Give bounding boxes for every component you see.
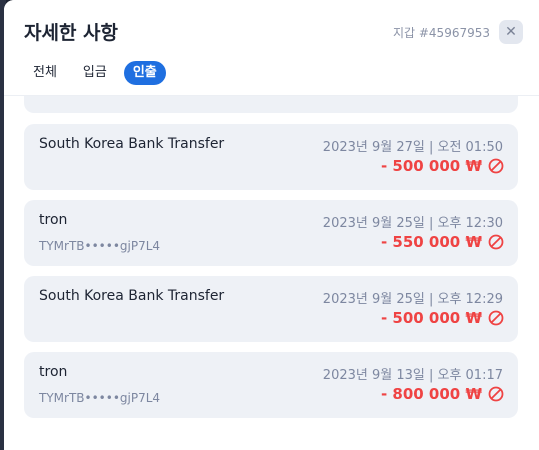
list-item[interactable]: South Korea Bank Transfer 2023년 9월 27일 |… xyxy=(24,124,518,190)
tab-deposit[interactable]: 입금 xyxy=(74,61,116,85)
tab-all[interactable]: 전체 xyxy=(24,61,66,85)
details-modal: 자세한 사항 지갑 #45967953 ✕ 전체 입금 인출 South Kor… xyxy=(4,0,539,450)
wallet-address: TYMrTB•••••gjP7L4 xyxy=(39,391,161,405)
transaction-name: tron xyxy=(39,212,68,228)
transaction-date: 2023년 9월 25일 | 오후 12:30 xyxy=(322,216,503,231)
wallet-address: TYMrTB•••••gjP7L4 xyxy=(39,239,161,253)
transaction-amount: - 550 000 ₩ xyxy=(381,233,504,251)
amount-value: - 500 000 ₩ xyxy=(380,157,482,175)
list-item[interactable]: South Korea Bank Transfer 2023년 9월 25일 |… xyxy=(24,276,518,342)
transaction-date: 2023년 9월 25일 | 오후 12:29 xyxy=(322,292,503,307)
modal-title: 자세한 사항 xyxy=(24,22,119,44)
transaction-name: tron xyxy=(39,364,68,380)
cancel-icon xyxy=(488,310,504,326)
cancel-icon xyxy=(488,234,504,250)
transaction-name: South Korea Bank Transfer xyxy=(39,136,225,152)
transaction-date: 2023년 9월 13일 | 오후 01:17 xyxy=(322,368,503,383)
amount-value: - 800 000 ₩ xyxy=(380,385,482,403)
transaction-amount: - 800 000 ₩ xyxy=(381,385,504,403)
list-item[interactable]: tron TYMrTB•••••gjP7L4 2023년 9월 13일 | 오후… xyxy=(24,352,518,418)
modal-header: 자세한 사항 지갑 #45967953 ✕ 전체 입금 인출 xyxy=(4,0,539,96)
wallet-id: 지갑 #45967953 xyxy=(392,26,490,40)
list-item[interactable]: tron TYMrTB•••••gjP7L4 2023년 9월 25일 | 오후… xyxy=(24,200,518,266)
close-button[interactable]: ✕ xyxy=(499,20,523,44)
amount-value: - 500 000 ₩ xyxy=(380,309,482,327)
tab-withdrawal[interactable]: 인출 xyxy=(123,61,166,85)
transaction-amount: - 500 000 ₩ xyxy=(381,309,504,327)
transaction-name: South Korea Bank Transfer xyxy=(39,288,225,304)
transaction-date: 2023년 9월 27일 | 오전 01:50 xyxy=(322,140,503,155)
transaction-amount: - 500 000 ₩ xyxy=(381,157,504,175)
cancel-icon xyxy=(488,158,504,174)
amount-value: - 550 000 ₩ xyxy=(380,233,482,251)
cancel-icon xyxy=(488,386,504,402)
filter-tabs: 전체 입금 인출 xyxy=(24,61,174,85)
close-icon: ✕ xyxy=(505,24,517,40)
